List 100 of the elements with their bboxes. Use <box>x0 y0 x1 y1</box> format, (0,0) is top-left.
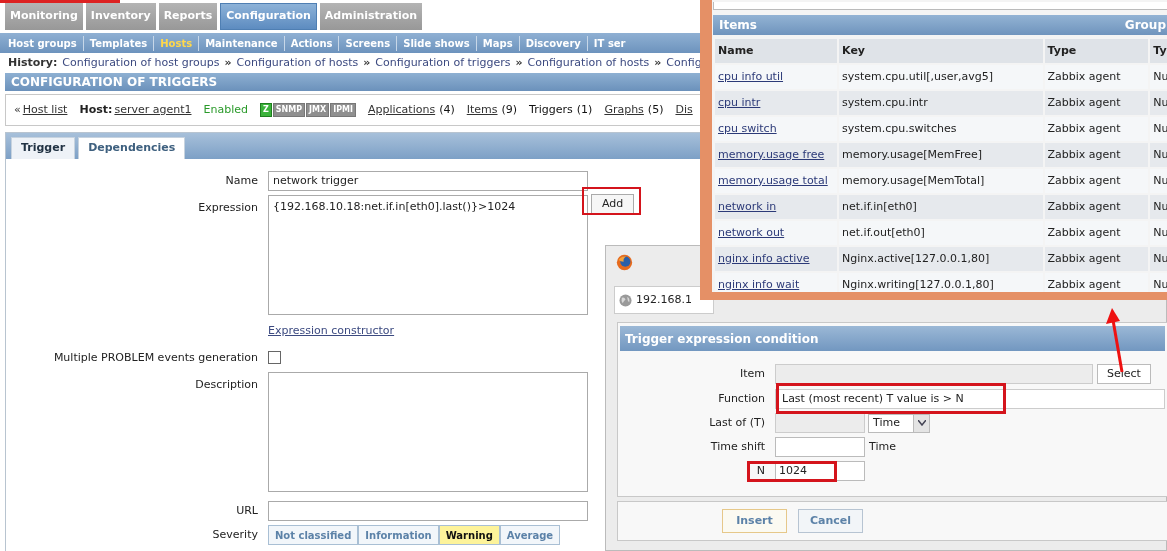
column-header: Key <box>839 39 1043 63</box>
item-link[interactable]: memory.usage free <box>715 143 838 167</box>
address-bar[interactable]: 192.168.1 <box>614 286 714 314</box>
history-link[interactable]: Configuration of hosts <box>527 54 650 72</box>
item-link[interactable]: memory.usage total <box>715 169 838 193</box>
table-cell: Nu <box>1150 221 1167 245</box>
host-list-link[interactable]: Host list <box>22 101 68 119</box>
form-tab[interactable]: Trigger <box>11 137 76 159</box>
field-label: Severity <box>212 527 258 541</box>
host-nav-link[interactable]: Items <box>466 101 498 119</box>
history-separator: » <box>515 54 523 71</box>
table-cell: Zabbix agent <box>1044 91 1149 115</box>
history-link[interactable]: Configuration of triggers <box>375 54 511 72</box>
field-label: Expression <box>198 201 258 214</box>
table-cell: Nu <box>1150 117 1167 141</box>
field-label: Multiple PROBLEM events generation <box>53 350 258 364</box>
field-label: Time shift <box>710 439 765 453</box>
table-cell: memory.usage[MemTotal] <box>839 169 1043 193</box>
host-nav-count: (4) <box>439 101 455 118</box>
name-field[interactable]: network trigger <box>268 171 588 191</box>
table-cell: memory.usage[MemFree] <box>839 143 1043 167</box>
host-nav-link[interactable]: Dis <box>675 101 693 119</box>
items-group-label: Group <box>1124 17 1166 34</box>
column-header: Ty <box>1150 39 1167 63</box>
host-nav-count: (1) <box>576 101 593 118</box>
form-tab[interactable]: Dependencies <box>78 137 186 159</box>
field-label: URL <box>236 503 258 517</box>
table-cell: Zabbix agent <box>1044 273 1149 292</box>
table-cell: Nu <box>1150 169 1167 193</box>
history-label: History: <box>8 54 58 71</box>
address-text: 192.168.1 <box>636 291 692 308</box>
table-cell: Zabbix agent <box>1044 221 1149 245</box>
host-nav-count: (9) <box>501 101 518 118</box>
checkbox[interactable] <box>268 351 281 365</box>
time-shift-unit: Time <box>869 438 896 455</box>
table-cell: Nu <box>1150 143 1167 167</box>
table-cell: Zabbix agent <box>1044 65 1149 89</box>
table-cell: system.cpu.util[,user,avg5] <box>839 65 1043 89</box>
back-mark: « <box>14 101 21 118</box>
severity-button[interactable]: Warning <box>438 525 500 545</box>
history-link[interactable]: Configuration of host groups <box>62 54 220 72</box>
field-label: N <box>756 463 765 477</box>
table-cell: Nu <box>1150 247 1167 271</box>
table-cell: net.if.in[eth0] <box>839 195 1043 219</box>
host-name-link[interactable]: server agent1 <box>114 101 192 119</box>
time-shift-field[interactable] <box>775 437 865 457</box>
table-cell: net.if.out[eth0] <box>839 221 1043 245</box>
history-separator: » <box>224 54 232 71</box>
host-nav-link[interactable]: Applications <box>367 101 436 119</box>
availability-badge: IPMI <box>330 103 356 117</box>
item-link[interactable]: network in <box>715 195 838 219</box>
item-link[interactable]: cpu info util <box>715 65 838 89</box>
severity-button[interactable]: Not classified <box>268 525 359 545</box>
availability-badge: JMX <box>306 103 330 117</box>
severity-button[interactable]: Information <box>358 525 439 545</box>
select-button[interactable]: Select <box>1097 364 1151 384</box>
field-label: Last of (T) <box>709 415 765 429</box>
table-cell: system.cpu.intr <box>839 91 1043 115</box>
availability-badge: Z <box>259 103 272 117</box>
host-nav-count: (5) <box>647 101 664 118</box>
table-cell: Zabbix agent <box>1044 195 1149 219</box>
page-title: CONFIGURATION OF TRIGGERS <box>11 74 218 91</box>
table-cell: Nginx.writing[127.0.0.1,80] <box>839 273 1043 292</box>
table-cell: system.cpu.switches <box>839 117 1043 141</box>
table-cell: Zabbix agent <box>1044 143 1149 167</box>
description-field[interactable] <box>268 372 588 492</box>
expression-field[interactable]: {192.168.10.18:net.if.in[eth0].last()}>1024 <box>268 195 588 315</box>
expression-constructor-link[interactable]: Expression constructor <box>268 323 395 340</box>
history-link[interactable]: Config <box>666 54 700 72</box>
browser-logo-icon <box>616 254 633 271</box>
items-title: Items <box>719 17 757 34</box>
severity-button[interactable]: Average <box>499 525 561 545</box>
function-dropdown[interactable]: Last (most recent) T value is > N <box>775 389 1165 409</box>
panel-title: Trigger expression condition <box>625 330 819 348</box>
item-link[interactable]: cpu intr <box>715 91 838 115</box>
field-label: Name <box>225 173 258 187</box>
item-link[interactable]: network out <box>715 221 838 245</box>
field-label: Function <box>718 391 765 405</box>
table-cell: Zabbix agent <box>1044 169 1149 193</box>
host-status: Enabled <box>203 101 248 118</box>
table-cell: Nginx.active[127.0.0.1,80] <box>839 247 1043 271</box>
field-label: Item <box>739 366 765 380</box>
item-link[interactable]: cpu switch <box>715 117 838 141</box>
table-cell: Nu <box>1150 195 1167 219</box>
insert-button[interactable]: Insert <box>722 509 787 533</box>
item-link[interactable]: nginx info active <box>715 247 838 271</box>
highlight-box <box>582 187 641 215</box>
host-nav-label: Triggers <box>529 101 573 118</box>
table-cell: Nu <box>1150 91 1167 115</box>
column-header: Type <box>1044 39 1149 63</box>
host-nav-link[interactable]: Graphs <box>604 101 644 119</box>
item-link[interactable]: nginx info wait <box>715 273 838 292</box>
history-separator: » <box>654 54 662 71</box>
url-field[interactable] <box>268 501 588 521</box>
column-header: Name <box>715 39 838 63</box>
add-button[interactable]: Add <box>591 194 635 214</box>
globe-icon <box>619 293 632 307</box>
caret-icon <box>917 420 926 426</box>
cancel-button[interactable]: Cancel <box>798 509 863 533</box>
history-link[interactable]: Configuration of hosts <box>236 54 359 72</box>
